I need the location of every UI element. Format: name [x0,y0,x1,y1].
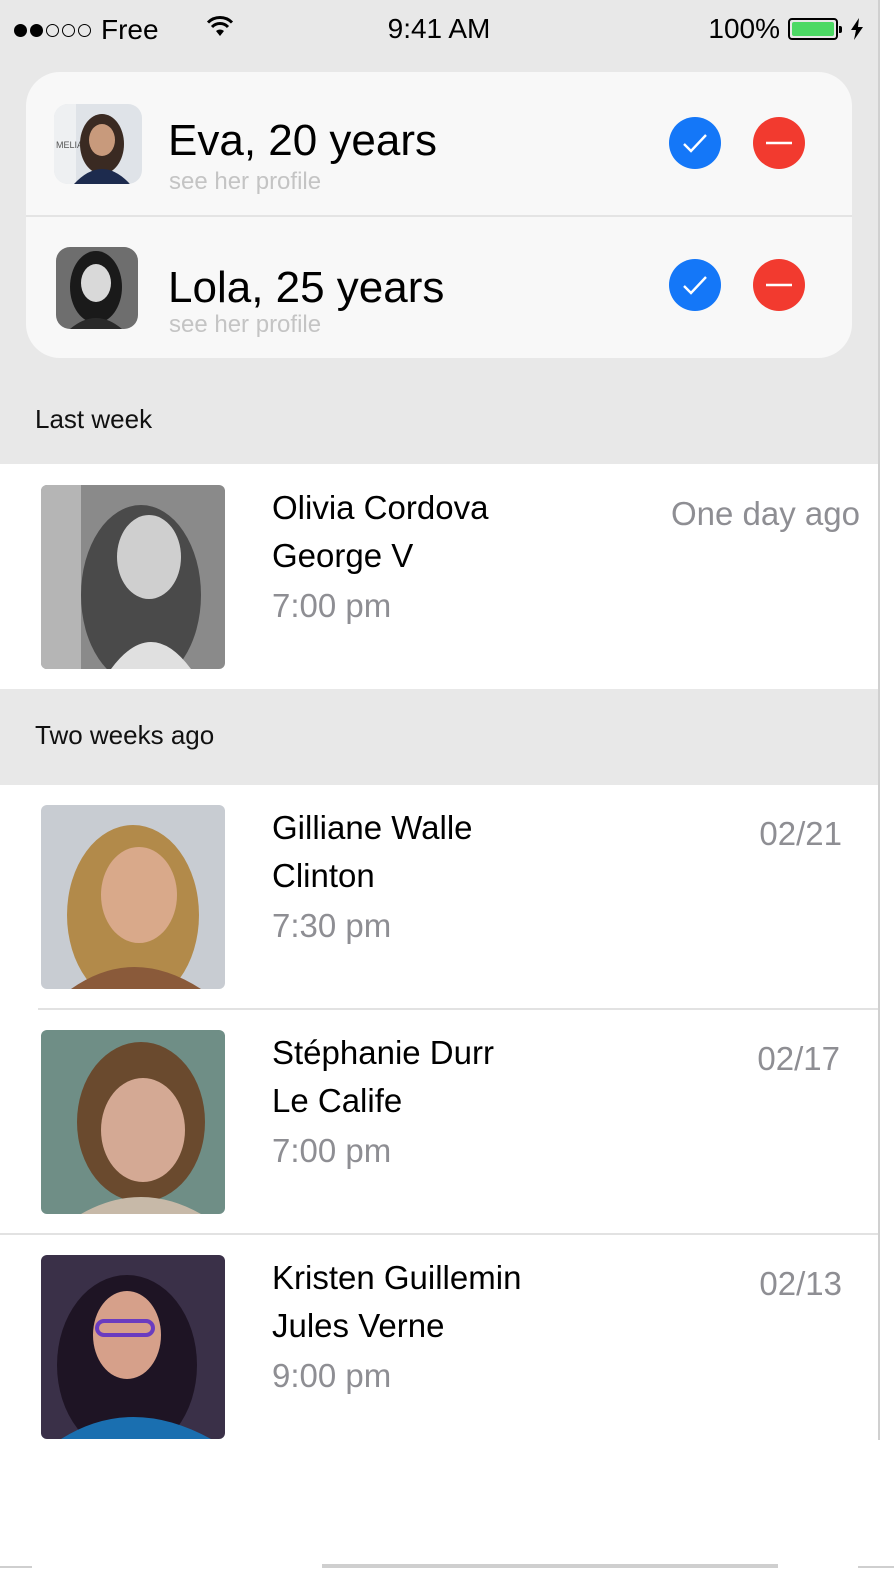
avatar[interactable] [41,1255,225,1439]
request-title[interactable]: Lola, 25 years [168,263,444,313]
bottom-edge [858,1566,894,1568]
battery-icon [788,18,842,40]
battery-percent: 100% [708,13,780,44]
avatar[interactable] [41,805,225,989]
avatar[interactable]: MELIA [54,104,142,184]
venue-name: Clinton [272,857,375,894]
pending-requests-card: MELIA Eva, 20 years see her profile Lola… [26,72,852,358]
person-name: Stéphanie Durr [272,1034,494,1071]
meeting-time: 9:00 pm [272,1357,392,1394]
bottom-edge [0,1566,32,1568]
request-title[interactable]: Eva, 20 years [168,116,437,166]
battery-area: 100% [708,13,864,45]
checkmark-icon [683,276,707,295]
svg-text:MELIA: MELIA [56,140,83,150]
avatar[interactable] [41,1030,225,1214]
accept-button[interactable] [669,117,721,169]
meeting-time: 7:00 pm [272,587,392,624]
section-header: Two weeks ago [35,720,215,750]
see-profile-link[interactable]: see her profile [169,311,321,339]
request-row[interactable]: Lola, 25 years see her profile [26,215,852,358]
home-indicator[interactable] [322,1564,778,1568]
meeting-time: 7:00 pm [272,1132,392,1169]
checkmark-icon [683,134,707,153]
avatar[interactable] [56,247,138,329]
person-name: Gilliane Walle [272,809,473,846]
minus-icon [766,141,792,145]
list-item[interactable]: Kristen Guillemin Jules Verne 9:00 pm 02… [0,1235,878,1459]
relative-date: One day ago [671,495,860,532]
venue-name: George V [272,537,414,574]
see-profile-link[interactable]: see her profile [169,168,321,196]
list-item[interactable]: Gilliane Walle Clinton 7:30 pm 02/21 [0,785,878,1009]
decline-button[interactable] [753,259,805,311]
person-name: Olivia Cordova [272,489,489,526]
list-item[interactable]: Stéphanie Durr Le Calife 7:00 pm 02/17 [0,1010,878,1234]
decline-button[interactable] [753,117,805,169]
accept-button[interactable] [669,259,721,311]
meeting-time: 7:30 pm [272,907,392,944]
section-header: Last week [35,404,153,434]
venue-name: Jules Verne [272,1307,445,1344]
date-label: 02/17 [757,1040,840,1077]
avatar[interactable] [41,485,225,669]
date-label: 02/13 [759,1265,842,1302]
scroll-edge [878,0,880,1440]
venue-name: Le Calife [272,1082,403,1119]
charging-bolt-icon [851,18,863,40]
status-bar: Free 9:41 AM 100% [0,0,878,60]
person-name: Kristen Guillemin [272,1259,522,1296]
minus-icon [766,283,792,287]
date-label: 02/21 [759,815,842,852]
list-item[interactable]: Olivia Cordova George V 7:00 pm One day … [0,465,878,689]
request-row[interactable]: MELIA Eva, 20 years see her profile [26,72,852,215]
